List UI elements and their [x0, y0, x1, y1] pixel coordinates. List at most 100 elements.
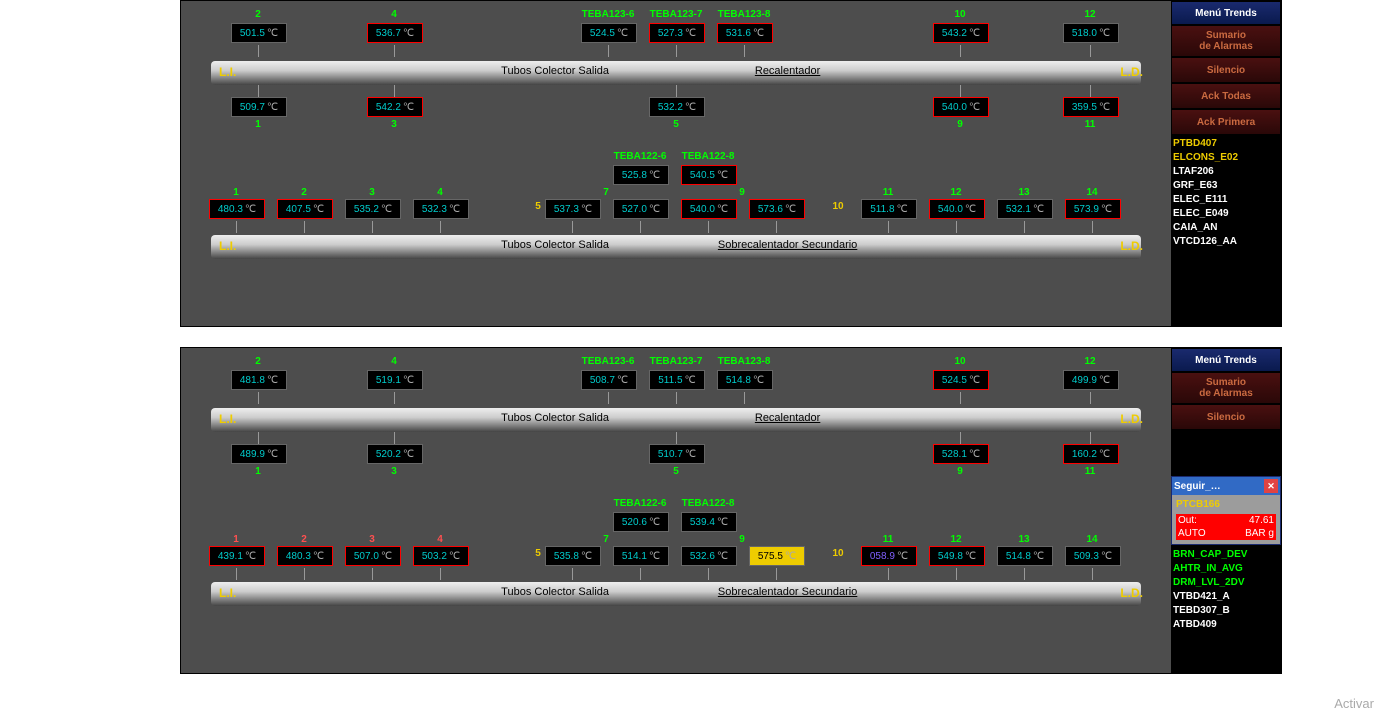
tag-item[interactable]: ATBD409 — [1173, 618, 1279, 632]
temp-reading[interactable]: 509.3℃ — [1065, 546, 1121, 566]
ack-todas-button[interactable]: Ack Todas — [1171, 83, 1281, 109]
temp-reading[interactable]: 514.1℃ — [613, 546, 669, 566]
temp-reading[interactable]: 573.9℃ — [1065, 199, 1121, 219]
tick — [676, 85, 677, 97]
sumario-alarmas-button[interactable]: Sumario de Alarmas — [1171, 25, 1281, 57]
panel1-main: L.I.Tubos Colector SalidaRecalentadorL.D… — [181, 1, 1171, 326]
tick — [372, 221, 373, 233]
temp-reading[interactable]: 573.6℃ — [749, 199, 805, 219]
tick — [304, 568, 305, 580]
tick — [608, 392, 609, 404]
temp-reading[interactable]: 549.8℃ — [929, 546, 985, 566]
popup-tagname: PTCB166 — [1176, 499, 1276, 510]
temp-reading[interactable]: 514.8℃ — [717, 370, 773, 390]
tag-item[interactable]: ELEC_E049 — [1173, 207, 1279, 221]
temp-reading[interactable]: 508.7℃ — [581, 370, 637, 390]
popup-titlebar[interactable]: Seguir_… ✕ — [1172, 477, 1280, 495]
sensor-label: TEBA123-6 — [582, 356, 635, 367]
temp-reading[interactable]: 531.6℃ — [717, 23, 773, 43]
seguir-popup[interactable]: Seguir_… ✕ PTCB166 Out:47.61 AUTOBAR g — [1171, 476, 1281, 545]
temp-reading[interactable]: 540.0℃ — [681, 199, 737, 219]
temp-reading[interactable]: 511.5℃ — [649, 370, 705, 390]
temp-reading[interactable]: 489.9℃ — [231, 444, 287, 464]
tag-item[interactable]: PTBD407 — [1173, 137, 1279, 151]
temp-reading[interactable]: 511.8℃ — [861, 199, 917, 219]
tag-item[interactable]: AHTR_IN_AVG — [1173, 562, 1279, 576]
silencio-button-2[interactable]: Silencio — [1171, 404, 1281, 430]
menu-trends-button-2[interactable]: Menú Trends — [1171, 348, 1281, 372]
temp-reading[interactable]: 524.5℃ — [933, 370, 989, 390]
tag-item[interactable]: TEBD307_B — [1173, 604, 1279, 618]
sensor-number: 9 — [957, 119, 963, 130]
temp-reading[interactable]: 527.3℃ — [649, 23, 705, 43]
tag-item[interactable]: VTBD421_A — [1173, 590, 1279, 604]
silencio-button[interactable]: Silencio — [1171, 57, 1281, 83]
sumario-line1: Sumario — [1206, 30, 1246, 41]
tick — [1092, 221, 1093, 233]
temp-reading[interactable]: 536.7℃ — [367, 23, 423, 43]
tag-item[interactable]: GRF_E63 — [1173, 179, 1279, 193]
tag-item[interactable]: LTAF206 — [1173, 165, 1279, 179]
tag-item[interactable]: CAIA_AN — [1173, 221, 1279, 235]
panel1-tag-list: PTBD407ELCONS_E02LTAF206GRF_E63ELEC_E111… — [1171, 135, 1281, 326]
temp-reading[interactable]: 524.5℃ — [581, 23, 637, 43]
temp-reading[interactable]: 507.0℃ — [345, 546, 401, 566]
temp-reading[interactable]: 540.0℃ — [933, 97, 989, 117]
temp-reading[interactable]: 518.0℃ — [1063, 23, 1119, 43]
temp-reading[interactable]: 532.2℃ — [649, 97, 705, 117]
temp-reading[interactable]: 532.3℃ — [413, 199, 469, 219]
sensor-label: TEBA122-6 — [614, 498, 667, 509]
temp-reading[interactable]: 543.2℃ — [933, 23, 989, 43]
temp-reading[interactable]: 525.8℃ — [613, 165, 669, 185]
temp-reading[interactable]: 514.8℃ — [997, 546, 1053, 566]
temp-reading[interactable]: 519.1℃ — [367, 370, 423, 390]
sensor-number: 11 — [1085, 466, 1096, 477]
temp-reading[interactable]: 481.8℃ — [231, 370, 287, 390]
temp-reading[interactable]: 535.2℃ — [345, 199, 401, 219]
temp-reading[interactable]: 539.4℃ — [681, 512, 737, 532]
tick — [956, 221, 957, 233]
tag-item[interactable]: BRN_CAP_DEV — [1173, 548, 1279, 562]
tag-item[interactable]: VTCD126_AA — [1173, 235, 1279, 249]
temp-reading[interactable]: 407.5℃ — [277, 199, 333, 219]
temp-reading[interactable]: 542.2℃ — [367, 97, 423, 117]
tube-title-salida: Tubos Colector Salida — [501, 65, 609, 77]
temp-reading[interactable]: 510.7℃ — [649, 444, 705, 464]
temp-reading[interactable]: 532.1℃ — [997, 199, 1053, 219]
temp-reading[interactable]: 509.7℃ — [231, 97, 287, 117]
temp-reading[interactable]: 499.9℃ — [1063, 370, 1119, 390]
temp-reading[interactable]: 528.1℃ — [933, 444, 989, 464]
temp-reading[interactable]: 575.5℃ — [749, 546, 805, 566]
temp-reading[interactable]: 540.0℃ — [929, 199, 985, 219]
sensor-number: 3 — [369, 187, 375, 198]
temp-reading[interactable]: 480.3℃ — [277, 546, 333, 566]
tick — [572, 568, 573, 580]
sumario-alarmas-button-2[interactable]: Sumario de Alarmas — [1171, 372, 1281, 404]
ack-primera-button[interactable]: Ack Primera — [1171, 109, 1281, 135]
temp-reading[interactable]: 527.0℃ — [613, 199, 669, 219]
temp-reading[interactable]: 480.3℃ — [209, 199, 265, 219]
tag-item[interactable]: ELEC_E111 — [1173, 193, 1279, 207]
temp-reading[interactable]: 359.5℃ — [1063, 97, 1119, 117]
popup-close-button[interactable]: ✕ — [1264, 479, 1278, 493]
temp-reading[interactable]: 160.2℃ — [1063, 444, 1119, 464]
temp-reading[interactable]: 535.8℃ — [545, 546, 601, 566]
menu-trends-button[interactable]: Menú Trends — [1171, 1, 1281, 25]
temp-reading[interactable]: 058.9℃ — [861, 546, 917, 566]
temp-reading[interactable]: 503.2℃ — [413, 546, 469, 566]
temp-reading[interactable]: 537.3℃ — [545, 199, 601, 219]
tag-item[interactable]: ELCONS_E02 — [1173, 151, 1279, 165]
temp-reading[interactable]: 532.6℃ — [681, 546, 737, 566]
label-ld: L.D. — [1120, 412, 1143, 426]
sensor-label: TEBA123-8 — [718, 9, 771, 20]
temp-reading[interactable]: 520.2℃ — [367, 444, 423, 464]
tick — [608, 45, 609, 57]
temp-reading[interactable]: 501.5℃ — [231, 23, 287, 43]
sensor-number: 3 — [391, 119, 397, 130]
temp-reading[interactable]: 540.5℃ — [681, 165, 737, 185]
tag-item[interactable]: DRM_LVL_2DV — [1173, 576, 1279, 590]
label-ld: L.D. — [1120, 239, 1143, 253]
temp-reading[interactable]: 439.1℃ — [209, 546, 265, 566]
sensor-number: 1 — [233, 187, 239, 198]
temp-reading[interactable]: 520.6℃ — [613, 512, 669, 532]
